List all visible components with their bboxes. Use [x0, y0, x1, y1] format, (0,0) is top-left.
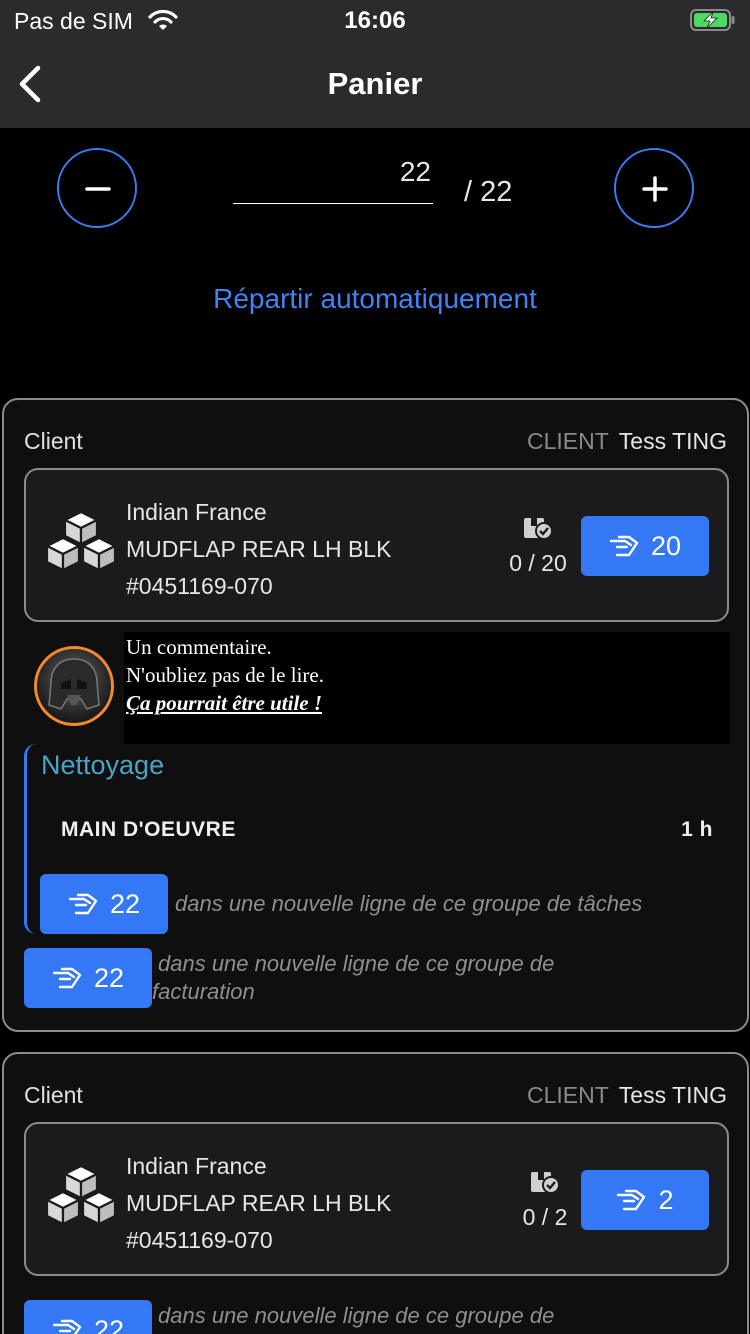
increment-button[interactable]	[614, 148, 694, 228]
labor-row: MAIN D'OEUVRE 1 h	[61, 818, 713, 842]
quantity-total: / 22	[464, 176, 513, 208]
avatar	[34, 646, 114, 726]
billing-hint-line: dans une nouvelle ligne de ce groupe de	[158, 951, 555, 976]
hand-give-icon	[52, 1319, 82, 1334]
plus-icon	[642, 176, 668, 202]
dispatch-count: 20	[650, 530, 682, 561]
stock-check-icon	[524, 518, 553, 540]
client-info: CLIENT Tess TING	[527, 1082, 727, 1109]
comment-box: Un commentaire. N'oubliez pas de le lire…	[124, 632, 730, 744]
boxes-icon	[45, 1164, 117, 1226]
client-card: Client CLIENT Tess TING Indian France MUD…	[2, 398, 749, 1032]
page-title: Panier	[327, 66, 423, 101]
comment-line: N'oubliez pas de le lire.	[126, 663, 324, 687]
stock-count: 0 / 20	[509, 550, 567, 576]
comment-line: Un commentaire.	[126, 635, 272, 659]
product-name: MUDFLAP REAR LH BLK	[126, 1190, 392, 1216]
billing-hint: dans une nouvelle ligne de ce groupe de …	[152, 950, 554, 1006]
billing-hint: dans une nouvelle ligne de ce groupe de	[158, 1303, 555, 1328]
hand-give-icon	[68, 893, 98, 915]
product-details: Indian France MUDFLAP REAR LH BLK #04511…	[126, 494, 391, 605]
client-key: CLIENT	[526, 428, 609, 454]
product-ref: #0451169-070	[126, 1227, 273, 1253]
product-name: MUDFLAP REAR LH BLK	[126, 536, 392, 562]
product-brand: Indian France	[126, 499, 267, 525]
labor-label: MAIN D'OEUVRE	[61, 818, 236, 841]
product-item[interactable]: Indian France MUDFLAP REAR LH BLK #04511…	[24, 1122, 729, 1276]
boxes-icon	[45, 510, 117, 572]
decrement-button[interactable]	[57, 148, 137, 228]
client-info: CLIENT Tess TING	[527, 428, 727, 455]
navigation-bar: Pas de SIM 16:06 Panier	[0, 0, 750, 128]
client-card: Client CLIENT Tess TING Indian France MUD…	[2, 1052, 749, 1334]
product-ref: #0451169-070	[126, 573, 273, 599]
helmet-avatar-icon	[48, 658, 100, 710]
client-name: Tess TING	[618, 1082, 727, 1108]
task-group-hint: dans une nouvelle ligne de ce groupe de …	[175, 891, 643, 916]
billing-count: 22	[93, 962, 125, 993]
auto-distribute-link[interactable]: Répartir automatiquement	[0, 283, 750, 315]
hand-give-icon	[52, 967, 82, 989]
dispatch-button[interactable]: 20	[581, 516, 709, 576]
stock-check-icon	[531, 1172, 560, 1194]
card-label: Client	[24, 1082, 83, 1108]
product-brand: Indian France	[126, 1153, 267, 1179]
product-item[interactable]: Indian France MUDFLAP REAR LH BLK #04511…	[24, 468, 729, 622]
card-label: Client	[24, 428, 83, 454]
client-name: Tess TING	[618, 428, 727, 454]
task-group-count: 22	[109, 888, 141, 919]
labor-hours: 1 h	[681, 818, 713, 841]
product-details: Indian France MUDFLAP REAR LH BLK #04511…	[126, 1148, 391, 1259]
dispatch-button[interactable]: 2	[581, 1170, 709, 1230]
add-to-billing-group-button[interactable]: 22	[24, 1300, 152, 1334]
hand-give-icon	[609, 535, 639, 557]
client-key: CLIENT	[526, 1082, 609, 1108]
battery-charging-icon	[690, 9, 735, 31]
minus-icon	[85, 187, 111, 191]
add-to-billing-group-button[interactable]: 22	[24, 948, 152, 1008]
task-group: Nettoyage MAIN D'OEUVRE 1 h 22 dans une …	[24, 744, 729, 934]
add-to-task-group-button[interactable]: 22	[40, 874, 168, 934]
hand-give-icon	[617, 1189, 646, 1211]
status-bar: Pas de SIM 16:06	[0, 0, 750, 40]
clock: 16:06	[344, 7, 406, 34]
task-group-title: Nettoyage	[41, 750, 165, 780]
quantity-input[interactable]: 22	[233, 156, 433, 204]
comment-line-emphasis: Ça pourrait être utile !	[126, 691, 323, 715]
stock-count: 0 / 2	[522, 1204, 568, 1230]
billing-count: 22	[93, 1314, 125, 1334]
billing-hint-line: facturation	[152, 979, 255, 1004]
dispatch-count: 2	[658, 1184, 674, 1215]
